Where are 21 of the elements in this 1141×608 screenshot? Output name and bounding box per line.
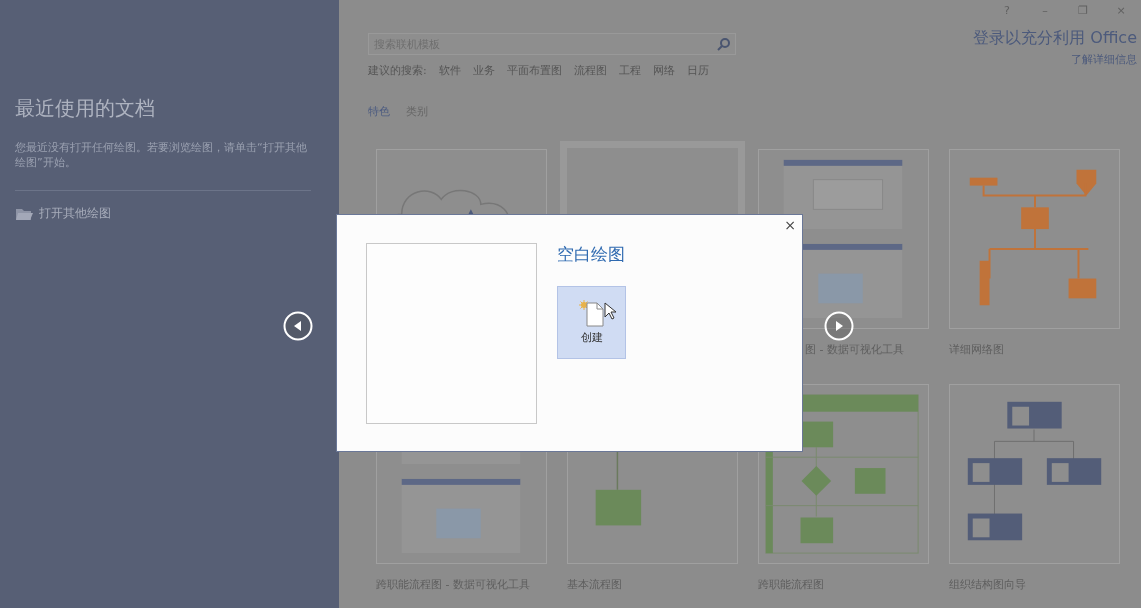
minimize-button[interactable]: –: [1035, 4, 1055, 17]
folder-icon: [15, 206, 33, 221]
recent-documents-title: 最近使用的文档: [15, 95, 156, 122]
create-button[interactable]: 创建: [557, 286, 626, 359]
new-document-icon: [578, 299, 605, 327]
next-arrow-button[interactable]: [824, 311, 854, 341]
search-icon: [717, 37, 731, 51]
sign-in-link[interactable]: 登录以充分利用 Office: [973, 28, 1137, 49]
restore-button[interactable]: ❐: [1073, 4, 1093, 17]
dialog-title: 空白绘图: [557, 243, 626, 266]
open-other-drawings-link[interactable]: 打开其他绘图: [15, 205, 111, 222]
help-button[interactable]: ?: [997, 4, 1017, 17]
previous-arrow-button[interactable]: [283, 311, 313, 341]
category-tab[interactable]: 特色: [368, 104, 390, 119]
template-thumbnail[interactable]: [949, 149, 1120, 329]
cursor-icon: [604, 302, 616, 320]
no-recent-message: 您最近没有打开任何绘图。若要浏览绘图，请单击“打开其他绘图”开始。: [15, 140, 308, 170]
template-thumbnail[interactable]: [949, 384, 1120, 564]
template-thumbnail[interactable]: [758, 384, 929, 564]
close-button[interactable]: ×: [784, 217, 796, 233]
close-button[interactable]: ×: [1111, 4, 1131, 17]
